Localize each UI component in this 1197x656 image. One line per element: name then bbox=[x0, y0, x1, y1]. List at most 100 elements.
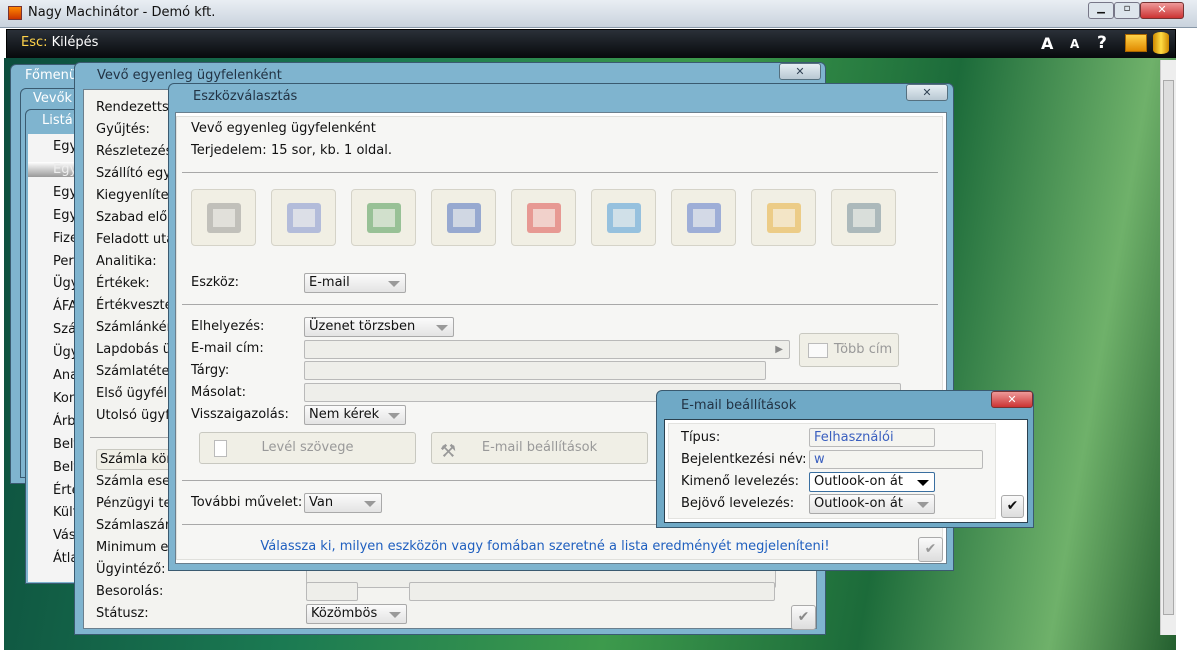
receipt-value: Nem kérek bbox=[309, 407, 380, 422]
email-settings-ok-button[interactable]: ✔ bbox=[1001, 495, 1024, 518]
help-button[interactable]: ? bbox=[1097, 33, 1107, 53]
app-title: Nagy Machinátor - Demó kft. bbox=[28, 5, 216, 20]
status-dropdown[interactable]: Közömbös bbox=[306, 604, 407, 624]
device-value: E-mail bbox=[309, 275, 350, 290]
incoming-label: Bejövő levelezés: bbox=[681, 496, 795, 511]
list-item[interactable]: Per bbox=[53, 254, 74, 269]
email-settings-button[interactable]: ⚒ E-mail beállítások bbox=[431, 432, 648, 464]
letter-text-button[interactable]: Levél szövege bbox=[199, 432, 416, 464]
minimize-button[interactable]: ▁ bbox=[1088, 2, 1114, 19]
incoming-dropdown[interactable]: Outlook-on át bbox=[809, 494, 935, 514]
category-code-field[interactable] bbox=[306, 582, 358, 601]
further-action-dropdown[interactable]: Van bbox=[304, 493, 382, 513]
preview-button[interactable] bbox=[271, 189, 336, 246]
category-name-field[interactable] bbox=[409, 582, 775, 601]
pdf-button[interactable] bbox=[511, 189, 576, 246]
login-field[interactable]: w bbox=[809, 450, 983, 469]
printer-icon bbox=[207, 203, 241, 233]
report-label: Értékvesztés bbox=[96, 298, 180, 313]
outgoing-label: Kimenő levelezés: bbox=[681, 474, 800, 489]
list-item[interactable]: Szá bbox=[53, 322, 76, 337]
monitor-icon[interactable] bbox=[1125, 34, 1147, 52]
subject-label: Tárgy: bbox=[191, 363, 230, 378]
report-label: Pénzügyi tel bbox=[96, 496, 176, 511]
more-addresses-label: Több cím bbox=[833, 342, 893, 357]
login-label: Bejelentkezési név: bbox=[681, 452, 807, 467]
tool-dialog-ok-button[interactable]: ✔ bbox=[918, 537, 943, 562]
outlook-button[interactable] bbox=[751, 189, 816, 246]
excel-button[interactable] bbox=[351, 189, 416, 246]
report-label: Analitika: bbox=[96, 254, 157, 269]
receipt-dropdown[interactable]: Nem kérek bbox=[304, 405, 406, 425]
report-label: Szállító egye bbox=[96, 166, 180, 181]
email-settings-label: E-mail beállítások bbox=[481, 440, 598, 455]
word-icon bbox=[447, 203, 481, 233]
invoice-button[interactable]: Számla kön bbox=[96, 449, 176, 470]
word-button[interactable] bbox=[431, 189, 496, 246]
app-icon bbox=[8, 6, 22, 20]
report-label: Státusz: bbox=[96, 606, 149, 621]
report-label: Számlatétel bbox=[96, 364, 174, 379]
report-label: Minimum eg bbox=[96, 540, 177, 555]
list-item[interactable]: Vás bbox=[53, 528, 76, 543]
app-title-bar: Nagy Machinátor - Demó kft. ▁ ▫ ✕ bbox=[0, 0, 1197, 28]
report-label: Részletezés: bbox=[96, 144, 177, 159]
type-field[interactable]: Felhasználói bbox=[809, 428, 935, 447]
exit-label: Kilépés bbox=[51, 35, 99, 50]
excel-icon bbox=[367, 203, 401, 233]
printer-button[interactable] bbox=[191, 189, 256, 246]
maximize-button[interactable]: ▫ bbox=[1114, 2, 1140, 19]
screen-button[interactable] bbox=[671, 189, 736, 246]
outgoing-dropdown[interactable]: Outlook-on át bbox=[809, 472, 935, 492]
extent-label: Terjedelem: bbox=[191, 143, 267, 158]
tool-dialog-close-button[interactable]: ✕ bbox=[906, 84, 948, 101]
report-label: Értékek: bbox=[96, 276, 150, 291]
internet-explorer-button[interactable] bbox=[591, 189, 656, 246]
scrollbar[interactable] bbox=[1160, 60, 1176, 635]
font-decrease-button[interactable]: A bbox=[1070, 37, 1079, 51]
font-increase-button[interactable]: A bbox=[1041, 34, 1053, 53]
email-settings-close-button[interactable]: ✕ bbox=[991, 391, 1033, 408]
screen-icon bbox=[687, 203, 721, 233]
report-name: Vevő egyenleg ügyfelenként bbox=[191, 121, 376, 136]
report-label: Szabad előle bbox=[96, 210, 179, 225]
letter-text-label: Levél szövege bbox=[261, 440, 354, 455]
report-label: Rendezettsé bbox=[96, 100, 177, 115]
report-label: Kiegyenlített bbox=[96, 188, 179, 203]
report-label: Számlaszám bbox=[96, 518, 178, 533]
list-item[interactable]: Árb bbox=[53, 414, 76, 429]
report-label: Számla esed bbox=[96, 474, 179, 489]
report-close-button[interactable]: ✕ bbox=[779, 63, 821, 80]
customers-title: Vevők bbox=[33, 91, 73, 106]
copy-label: Másolat: bbox=[191, 385, 246, 400]
extent-value: 15 sor, kb. 1 oldal. bbox=[271, 143, 392, 158]
receipt-label: Visszaigazolás: bbox=[191, 407, 289, 422]
scrollbar-thumb[interactable] bbox=[1163, 80, 1174, 615]
report-label: Feladott uta bbox=[96, 232, 175, 247]
database-icon[interactable] bbox=[1153, 32, 1169, 54]
placement-dropdown[interactable]: Üzenet törzsben bbox=[304, 317, 454, 337]
more-addresses-button[interactable]: Több cím bbox=[799, 333, 899, 367]
report-label: Első ügyfél: bbox=[96, 386, 172, 401]
exit-button[interactable]: Esc: Kilépés bbox=[21, 35, 98, 50]
subject-field[interactable] bbox=[304, 361, 766, 380]
further-action-label: További művelet: bbox=[191, 495, 303, 510]
device-dropdown[interactable]: E-mail bbox=[304, 273, 406, 293]
email-field[interactable]: ▶ bbox=[304, 340, 790, 359]
pdf-icon bbox=[527, 203, 561, 233]
archive-icon bbox=[847, 203, 881, 233]
email-label: E-mail cím: bbox=[191, 341, 264, 356]
tools-icon: ⚒ bbox=[440, 441, 457, 462]
archive-button[interactable] bbox=[831, 189, 896, 246]
report-window-title: Vevő egyenleg ügyfelenként bbox=[97, 68, 282, 83]
main-menu-title: Főmenü bbox=[25, 68, 78, 83]
report-label: Ügyintéző: bbox=[96, 562, 166, 577]
hint-text: Válassza ki, milyen eszközön vagy fomába… bbox=[260, 539, 830, 554]
arrow-right-icon[interactable]: ▶ bbox=[775, 341, 783, 358]
report-label: Gyűjtés: bbox=[96, 122, 150, 137]
outgoing-value: Outlook-on át bbox=[814, 474, 903, 489]
internet-explorer-icon bbox=[607, 203, 641, 233]
incoming-value: Outlook-on át bbox=[814, 496, 903, 511]
report-ok-button[interactable]: ✔ bbox=[791, 605, 816, 630]
close-button[interactable]: ✕ bbox=[1140, 2, 1184, 19]
